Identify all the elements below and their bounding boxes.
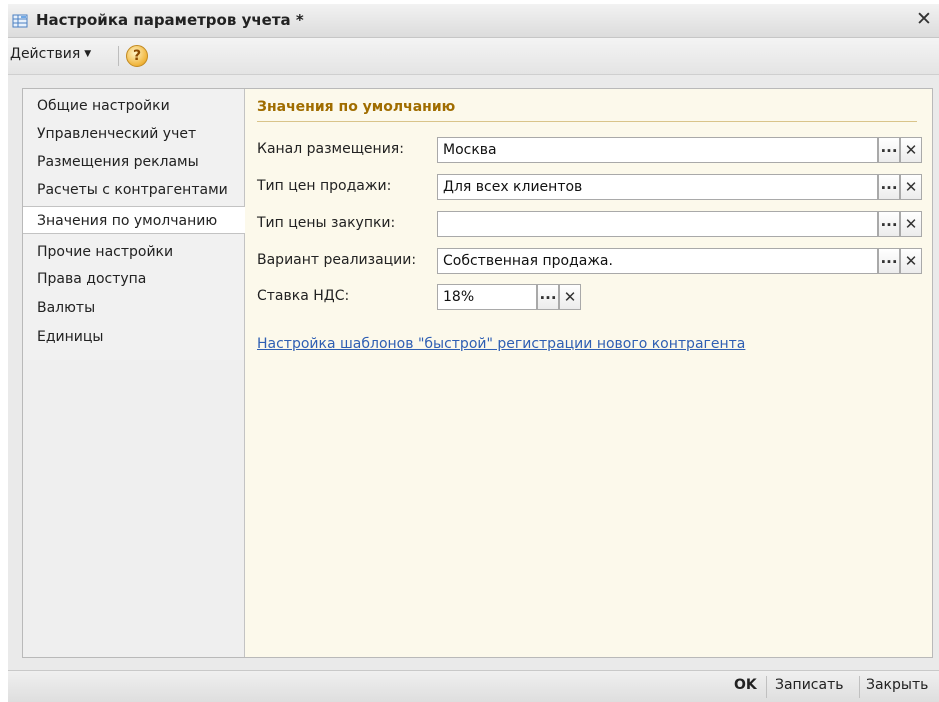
toolbar: Действия ▼ ? [8, 38, 939, 75]
footer-bar: OK Записать Закрыть [8, 670, 939, 702]
window-title: Настройка параметров учета * [36, 11, 304, 29]
chevron-down-icon: ▼ [84, 49, 92, 59]
actions-menu-label: Действия [10, 46, 81, 62]
footer-divider [859, 676, 860, 698]
close-icon[interactable]: ✕ [913, 8, 935, 30]
table-settings-icon [12, 14, 28, 28]
quick-registration-templates-link[interactable]: Настройка шаблонов "быстрой" регистрации… [257, 336, 745, 352]
settings-nav: Общие настройки Управленческий учет Разм… [23, 89, 245, 657]
nav-item-units[interactable]: Единицы [23, 323, 244, 351]
placement-channel-clear-icon[interactable]: ✕ [900, 137, 922, 163]
vat-rate-select-button[interactable]: ... [537, 284, 559, 310]
nav-empty-area [23, 360, 244, 657]
nav-item-management-accounting[interactable]: Управленческий учет [23, 120, 244, 148]
purchase-price-type-label: Тип цены закупки: [257, 215, 396, 231]
sales-variant-select-button[interactable]: ... [878, 248, 900, 274]
sales-variant-clear-icon[interactable]: ✕ [900, 248, 922, 274]
help-icon[interactable]: ? [126, 45, 148, 67]
nav-item-other-settings[interactable]: Прочие настройки [23, 238, 244, 266]
title-bar: Настройка параметров учета * ✕ [8, 4, 939, 38]
actions-menu-button[interactable]: Действия ▼ [10, 46, 91, 66]
sales-price-type-label: Тип цен продажи: [257, 178, 392, 194]
sales-price-type-field[interactable]: Для всех клиентов [437, 174, 878, 200]
placement-channel-select-button[interactable]: ... [878, 137, 900, 163]
purchase-price-type-field[interactable] [437, 211, 878, 237]
nav-item-access-rights[interactable]: Права доступа [23, 265, 244, 293]
footer-divider [766, 676, 767, 698]
ok-button[interactable]: OK [734, 677, 757, 697]
settings-content: Общие настройки Управленческий учет Разм… [22, 88, 933, 658]
purchase-price-type-select-button[interactable]: ... [878, 211, 900, 237]
toolbar-divider [118, 46, 119, 66]
nav-item-general[interactable]: Общие настройки [23, 92, 244, 120]
section-title: Значения по умолчанию [257, 99, 917, 122]
sales-price-type-clear-icon[interactable]: ✕ [900, 174, 922, 200]
close-button[interactable]: Закрыть [866, 677, 928, 697]
placement-channel-field[interactable]: Москва [437, 137, 878, 163]
defaults-panel: Значения по умолчанию Канал размещения: … [245, 89, 932, 657]
placement-channel-label: Канал размещения: [257, 141, 404, 157]
nav-item-ad-placements[interactable]: Размещения рекламы [23, 148, 244, 176]
nav-item-defaults[interactable]: Значения по умолчанию [23, 206, 245, 234]
nav-item-counterparty-settlements[interactable]: Расчеты с контрагентами [23, 176, 244, 204]
vat-rate-clear-icon[interactable]: ✕ [559, 284, 581, 310]
sales-variant-label: Вариант реализации: [257, 252, 417, 268]
vat-rate-label: Ставка НДС: [257, 288, 350, 304]
purchase-price-type-clear-icon[interactable]: ✕ [900, 211, 922, 237]
vat-rate-field[interactable]: 18% [437, 284, 537, 310]
save-button[interactable]: Записать [775, 677, 844, 697]
sales-price-type-select-button[interactable]: ... [878, 174, 900, 200]
nav-item-currencies[interactable]: Валюты [23, 294, 244, 322]
settings-window: Настройка параметров учета * ✕ Действия ▼… [8, 4, 939, 702]
sales-variant-field[interactable]: Собственная продажа. [437, 248, 878, 274]
